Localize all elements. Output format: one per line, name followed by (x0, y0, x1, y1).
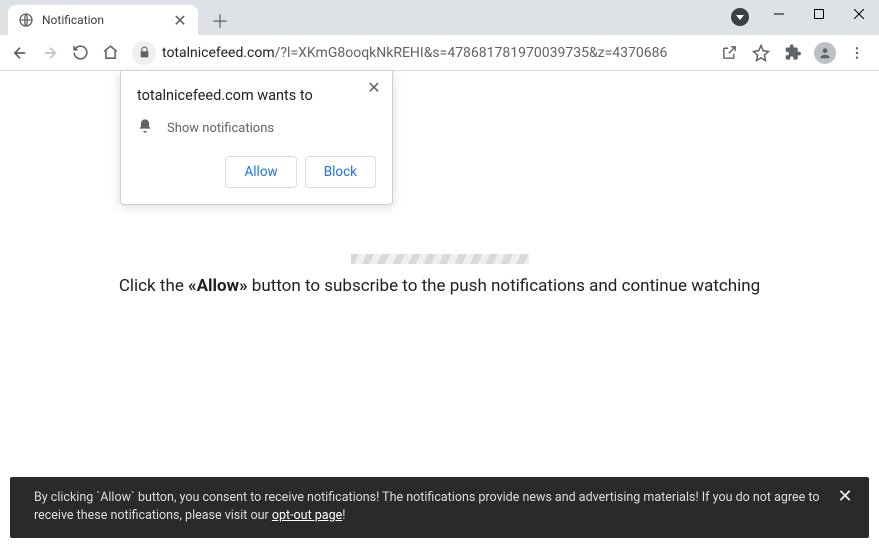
window-controls (759, 0, 879, 28)
forward-button[interactable] (36, 39, 64, 67)
page-message: Click the «Allow» button to subscribe to… (119, 276, 760, 296)
browser-window-frame: Notification ✕ ＋ t (0, 0, 879, 71)
loading-bar (351, 254, 529, 264)
browser-toolbar: totalnicefeed.com/?l=XKmG8ooqkNkREHI&s=4… (0, 35, 879, 71)
block-button[interactable]: Block (305, 156, 376, 188)
notification-permission-prompt: ✕ totalnicefeed.com wants to Show notifi… (120, 71, 393, 205)
consent-text: By clicking `Allow` button, you consent … (34, 490, 819, 524)
reload-button[interactable] (66, 39, 94, 67)
lock-icon[interactable] (132, 41, 156, 65)
close-icon[interactable]: ✕ (364, 77, 384, 97)
tab-title: Notification (42, 13, 172, 27)
consent-banner: ✕ By clicking `Allow` button, you consen… (10, 477, 869, 539)
profile-avatar[interactable] (811, 39, 839, 67)
permission-text: Show notifications (167, 121, 274, 136)
address-bar[interactable]: totalnicefeed.com/?l=XKmG8ooqkNkREHI&s=4… (132, 41, 707, 65)
incognito-indicator-icon[interactable] (731, 8, 749, 26)
close-icon[interactable]: ✕ (835, 487, 855, 507)
extensions-icon[interactable] (779, 39, 807, 67)
home-button[interactable] (96, 39, 124, 67)
page-content: ✕ totalnicefeed.com wants to Show notifi… (0, 71, 879, 548)
allow-button[interactable]: Allow (225, 156, 296, 188)
browser-tab[interactable]: Notification ✕ (8, 5, 198, 35)
new-tab-button[interactable]: ＋ (206, 7, 234, 35)
bookmark-star-icon[interactable] (747, 39, 775, 67)
url-domain: totalnicefeed.com (162, 45, 275, 61)
maximize-button[interactable] (799, 0, 839, 28)
tab-close-icon[interactable]: ✕ (172, 12, 188, 28)
url-text: totalnicefeed.com/?l=XKmG8ooqkNkREHI&s=4… (162, 45, 667, 61)
bell-icon (137, 118, 153, 138)
minimize-button[interactable] (759, 0, 799, 28)
share-icon[interactable] (715, 39, 743, 67)
consent-text-after: ! (342, 508, 345, 523)
globe-icon (18, 12, 34, 28)
permission-title: totalnicefeed.com wants to (137, 87, 376, 104)
tab-strip: Notification ✕ ＋ (0, 0, 234, 35)
titlebar: Notification ✕ ＋ (0, 0, 879, 35)
url-path: /?l=XKmG8ooqkNkREHI&s=478681781970039735… (275, 45, 668, 61)
back-button[interactable] (6, 39, 34, 67)
opt-out-link[interactable]: opt-out page (272, 508, 342, 523)
toolbar-actions (715, 39, 873, 67)
menu-dots-icon[interactable] (843, 39, 871, 67)
close-window-button[interactable] (839, 0, 879, 28)
